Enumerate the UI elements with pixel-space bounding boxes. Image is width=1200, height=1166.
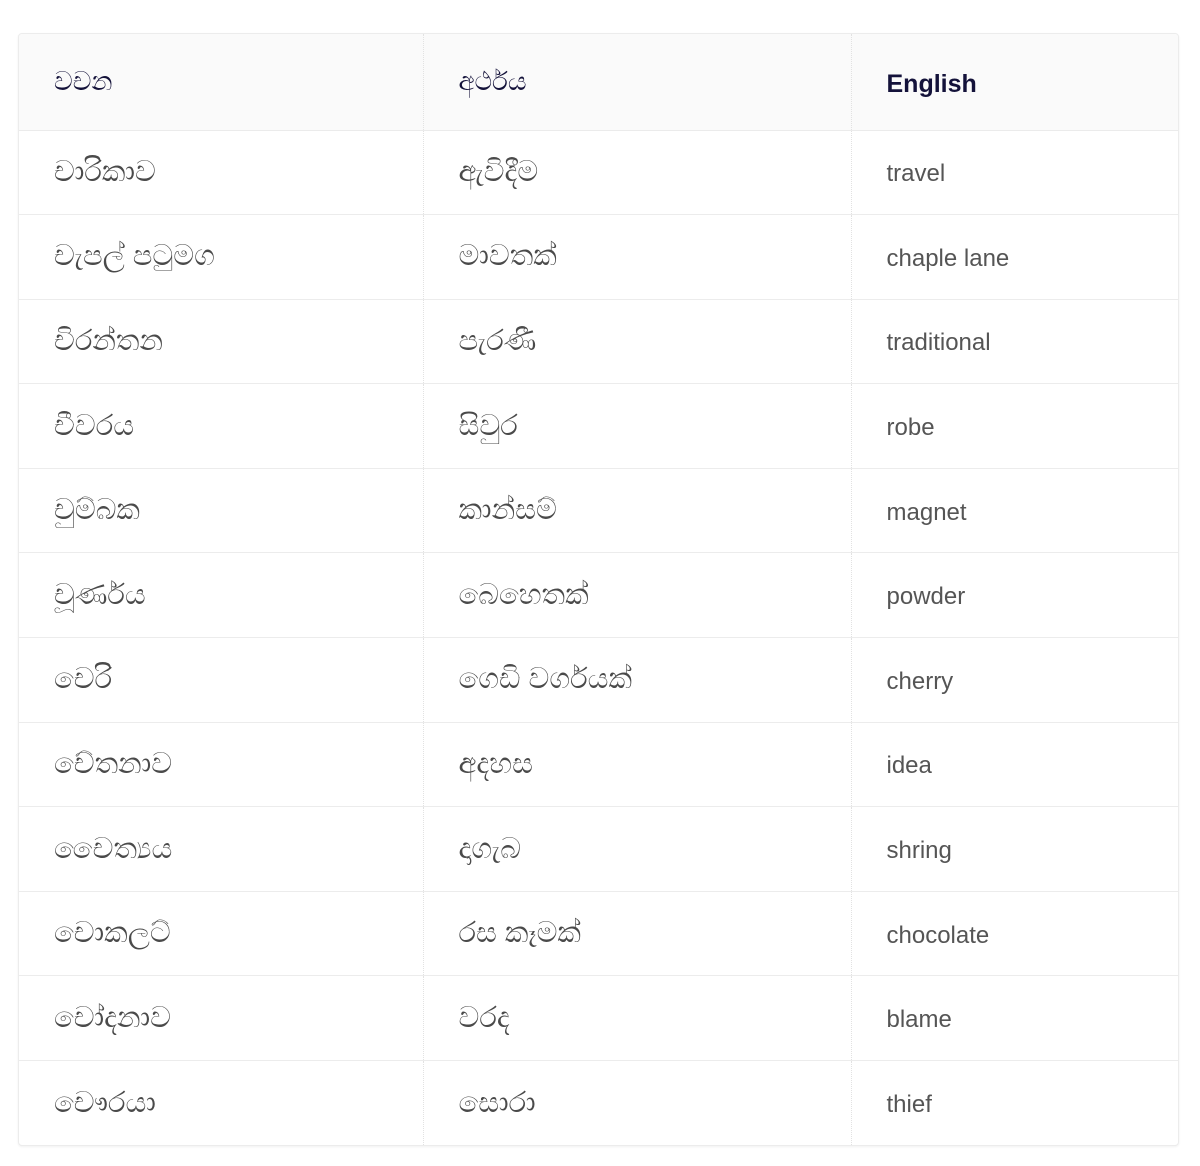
- cell-meaning: ඇවිදීම: [422, 130, 851, 215]
- table-row: චූර්ණය බෙහෙතක් powder: [19, 552, 1178, 638]
- cell-meaning: දාගැබ: [422, 806, 851, 892]
- cell-english: powder: [850, 552, 1178, 638]
- cell-english: cherry: [850, 637, 1178, 723]
- cell-word: චිරන්තන: [19, 298, 423, 384]
- cell-english: traditional: [850, 298, 1178, 384]
- cell-word: චෛත්‍යය: [19, 806, 423, 892]
- cell-english: robe: [850, 383, 1178, 469]
- cell-word: චීවරය: [19, 383, 423, 469]
- cell-english: idea: [850, 721, 1178, 807]
- cell-meaning: අදහස: [422, 721, 851, 807]
- cell-word: චෞරයා: [19, 1060, 423, 1146]
- cell-meaning: ගෙඩි වර්ගයක්: [422, 637, 851, 723]
- cell-meaning: කාන්සම්: [422, 467, 851, 553]
- cell-word: චාරිකාව: [54, 155, 156, 188]
- cell-english: chocolate: [850, 890, 1178, 976]
- table-row: චුම්බක කාන්සම් magnet: [19, 467, 1178, 553]
- cell-english: travel: [850, 130, 1178, 215]
- table-row: චීවරය සිවුර robe: [19, 383, 1178, 469]
- cell-english: thief: [850, 1060, 1178, 1146]
- table-row: චොකලට් රස කෑමක් chocolate: [19, 890, 1178, 976]
- cell-english: magnet: [850, 467, 1178, 553]
- cell-english: shring: [850, 806, 1178, 892]
- cell-word: චෝදනාව: [19, 975, 423, 1061]
- header-word: වචන: [19, 34, 423, 131]
- vocabulary-table-container: වචන අර්ථය English චාරිකාව ඇවිදීම travel …: [18, 33, 1179, 1147]
- table-row: චෞරයා සොරා thief: [19, 1060, 1178, 1146]
- cell-meaning: පැරණී: [422, 298, 851, 384]
- cell-english: chaple lane: [850, 214, 1178, 300]
- table-row: චෛත්‍යය දාගැබ shring: [19, 806, 1178, 892]
- cell-word: චුම්බක: [19, 467, 423, 553]
- cell-meaning: සිවුර: [422, 383, 851, 469]
- cell-meaning: බෙහෙතක්: [422, 552, 851, 638]
- table-row: චිරන්තන පැරණී traditional: [19, 298, 1178, 384]
- cell-meaning: වරද: [422, 975, 851, 1061]
- cell-word: චෙරි: [19, 637, 423, 723]
- table-row: චාරිකාව ඇවිදීම travel: [19, 130, 1178, 215]
- cell-word: චොකලට්: [19, 890, 423, 976]
- table-header: වචන අර්ථය English: [19, 34, 1178, 131]
- header-meaning: අර්ථය: [422, 34, 851, 131]
- header-row: වචන අර්ථය English: [19, 34, 1178, 131]
- table-row: චෙරි ගෙඩි වර්ගයක් cherry: [19, 637, 1178, 723]
- cell-word: චැපල් පටුමග: [19, 214, 423, 300]
- vocabulary-table: වචන අර්ථය English චාරිකාව ඇවිදීම travel …: [19, 34, 1178, 1146]
- header-english: English: [850, 34, 1178, 131]
- cell-meaning: රස කෑමක්: [422, 890, 851, 976]
- cell-meaning: මාවතක්: [422, 214, 851, 300]
- cell-meaning: සොරා: [422, 1060, 851, 1146]
- cell-word: චූර්ණය: [19, 552, 423, 638]
- table-body: චාරිකාව ඇවිදීම travel චැපල් පටුමග මාවතක්…: [19, 130, 1178, 1146]
- cell-word: චේතනාව: [19, 721, 423, 807]
- table-row: චෝදනාව වරද blame: [19, 975, 1178, 1061]
- table-row: චේතනාව අදහස idea: [19, 721, 1178, 807]
- cell-english: blame: [850, 975, 1178, 1061]
- table-row: චැපල් පටුමග මාවතක් chaple lane: [19, 214, 1178, 300]
